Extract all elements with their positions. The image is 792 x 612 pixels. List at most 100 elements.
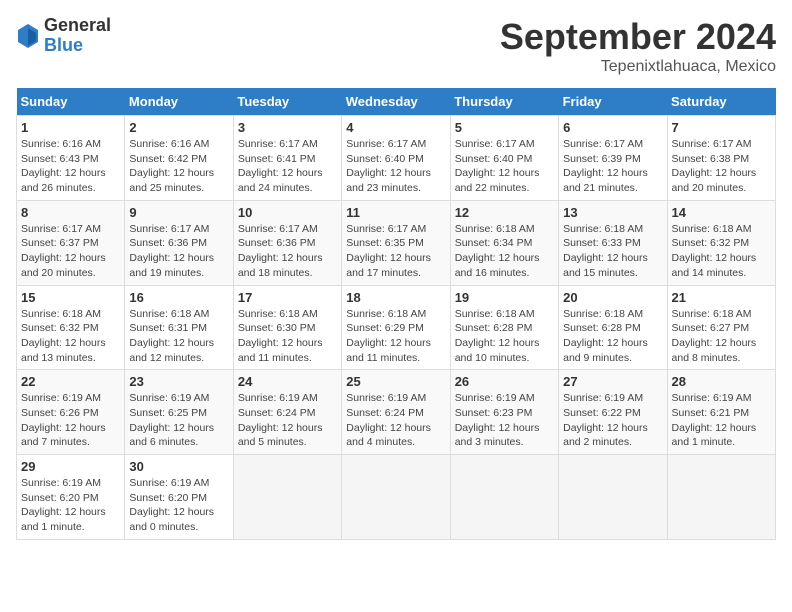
sunrise-label: Sunrise: 6:19 AM [672,392,752,404]
table-row: 5 Sunrise: 6:17 AM Sunset: 6:40 PM Dayli… [450,116,558,201]
sunset-label: Sunset: 6:43 PM [21,153,99,165]
day-info: Sunrise: 6:18 AM Sunset: 6:32 PM Dayligh… [21,307,120,366]
day-number: 4 [346,120,445,135]
day-number: 18 [346,290,445,305]
daylight-label: Daylight: 12 hours and 24 minutes. [238,167,323,194]
daylight-label: Daylight: 12 hours and 6 minutes. [129,422,214,449]
col-sunday: Sunday [17,88,125,116]
sunrise-label: Sunrise: 6:18 AM [672,308,752,320]
sunrise-label: Sunrise: 6:17 AM [563,138,643,150]
day-number: 16 [129,290,228,305]
daylight-label: Daylight: 12 hours and 11 minutes. [238,337,323,364]
table-row: 30 Sunrise: 6:19 AM Sunset: 6:20 PM Dayl… [125,455,233,540]
location-subtitle: Tepenixtlahuaca, Mexico [500,58,776,76]
day-info: Sunrise: 6:17 AM Sunset: 6:40 PM Dayligh… [455,137,554,196]
day-number: 3 [238,120,337,135]
day-info: Sunrise: 6:19 AM Sunset: 6:21 PM Dayligh… [672,391,771,450]
sunset-label: Sunset: 6:20 PM [129,492,207,504]
sunset-label: Sunset: 6:39 PM [563,153,641,165]
month-title: September 2024 [500,16,776,58]
day-info: Sunrise: 6:19 AM Sunset: 6:24 PM Dayligh… [346,391,445,450]
table-row: 18 Sunrise: 6:18 AM Sunset: 6:29 PM Dayl… [342,285,450,370]
table-row: 24 Sunrise: 6:19 AM Sunset: 6:24 PM Dayl… [233,370,341,455]
table-row: 2 Sunrise: 6:16 AM Sunset: 6:42 PM Dayli… [125,116,233,201]
sunrise-label: Sunrise: 6:18 AM [346,308,426,320]
day-number: 13 [563,205,662,220]
day-number: 19 [455,290,554,305]
table-row: 7 Sunrise: 6:17 AM Sunset: 6:38 PM Dayli… [667,116,775,201]
day-info: Sunrise: 6:17 AM Sunset: 6:39 PM Dayligh… [563,137,662,196]
day-number: 14 [672,205,771,220]
sunset-label: Sunset: 6:20 PM [21,492,99,504]
table-row: 4 Sunrise: 6:17 AM Sunset: 6:40 PM Dayli… [342,116,450,201]
table-row: 6 Sunrise: 6:17 AM Sunset: 6:39 PM Dayli… [559,116,667,201]
day-number: 29 [21,459,120,474]
day-info: Sunrise: 6:17 AM Sunset: 6:36 PM Dayligh… [129,222,228,281]
table-row: 20 Sunrise: 6:18 AM Sunset: 6:28 PM Dayl… [559,285,667,370]
sunrise-label: Sunrise: 6:18 AM [455,308,535,320]
day-number: 1 [21,120,120,135]
daylight-label: Daylight: 12 hours and 0 minutes. [129,506,214,533]
day-info: Sunrise: 6:19 AM Sunset: 6:22 PM Dayligh… [563,391,662,450]
sunrise-label: Sunrise: 6:19 AM [238,392,318,404]
day-info: Sunrise: 6:17 AM Sunset: 6:41 PM Dayligh… [238,137,337,196]
calendar-row: 1 Sunrise: 6:16 AM Sunset: 6:43 PM Dayli… [17,116,776,201]
table-row: 9 Sunrise: 6:17 AM Sunset: 6:36 PM Dayli… [125,200,233,285]
sunrise-label: Sunrise: 6:19 AM [129,392,209,404]
table-row: 17 Sunrise: 6:18 AM Sunset: 6:30 PM Dayl… [233,285,341,370]
day-info: Sunrise: 6:17 AM Sunset: 6:35 PM Dayligh… [346,222,445,281]
day-info: Sunrise: 6:19 AM Sunset: 6:26 PM Dayligh… [21,391,120,450]
daylight-label: Daylight: 12 hours and 25 minutes. [129,167,214,194]
daylight-label: Daylight: 12 hours and 1 minute. [672,422,757,449]
sunrise-label: Sunrise: 6:17 AM [238,223,318,235]
day-info: Sunrise: 6:19 AM Sunset: 6:25 PM Dayligh… [129,391,228,450]
sunset-label: Sunset: 6:28 PM [563,322,641,334]
sunrise-label: Sunrise: 6:17 AM [455,138,535,150]
table-row: 15 Sunrise: 6:18 AM Sunset: 6:32 PM Dayl… [17,285,125,370]
sunrise-label: Sunrise: 6:17 AM [672,138,752,150]
sunset-label: Sunset: 6:40 PM [346,153,424,165]
empty-cell [559,455,667,540]
daylight-label: Daylight: 12 hours and 5 minutes. [238,422,323,449]
daylight-label: Daylight: 12 hours and 23 minutes. [346,167,431,194]
sunset-label: Sunset: 6:40 PM [455,153,533,165]
day-info: Sunrise: 6:16 AM Sunset: 6:42 PM Dayligh… [129,137,228,196]
day-number: 27 [563,374,662,389]
table-row: 16 Sunrise: 6:18 AM Sunset: 6:31 PM Dayl… [125,285,233,370]
day-number: 22 [21,374,120,389]
empty-cell [233,455,341,540]
daylight-label: Daylight: 12 hours and 21 minutes. [563,167,648,194]
daylight-label: Daylight: 12 hours and 12 minutes. [129,337,214,364]
sunset-label: Sunset: 6:32 PM [21,322,99,334]
sunrise-label: Sunrise: 6:18 AM [455,223,535,235]
sunrise-label: Sunrise: 6:17 AM [346,223,426,235]
day-info: Sunrise: 6:18 AM Sunset: 6:28 PM Dayligh… [455,307,554,366]
sunrise-label: Sunrise: 6:18 AM [21,308,101,320]
table-row: 12 Sunrise: 6:18 AM Sunset: 6:34 PM Dayl… [450,200,558,285]
logo-blue-text: Blue [44,36,111,56]
table-row: 26 Sunrise: 6:19 AM Sunset: 6:23 PM Dayl… [450,370,558,455]
table-row: 3 Sunrise: 6:17 AM Sunset: 6:41 PM Dayli… [233,116,341,201]
sunset-label: Sunset: 6:35 PM [346,237,424,249]
day-number: 28 [672,374,771,389]
empty-cell [667,455,775,540]
sunset-label: Sunset: 6:36 PM [238,237,316,249]
sunrise-label: Sunrise: 6:19 AM [346,392,426,404]
col-saturday: Saturday [667,88,775,116]
table-row: 29 Sunrise: 6:19 AM Sunset: 6:20 PM Dayl… [17,455,125,540]
logo-general-text: General [44,16,111,36]
table-row: 13 Sunrise: 6:18 AM Sunset: 6:33 PM Dayl… [559,200,667,285]
day-number: 10 [238,205,337,220]
table-row: 19 Sunrise: 6:18 AM Sunset: 6:28 PM Dayl… [450,285,558,370]
sunrise-label: Sunrise: 6:18 AM [563,223,643,235]
day-number: 11 [346,205,445,220]
day-info: Sunrise: 6:18 AM Sunset: 6:31 PM Dayligh… [129,307,228,366]
daylight-label: Daylight: 12 hours and 14 minutes. [672,252,757,279]
col-tuesday: Tuesday [233,88,341,116]
daylight-label: Daylight: 12 hours and 4 minutes. [346,422,431,449]
sunset-label: Sunset: 6:21 PM [672,407,750,419]
calendar-header-row: Sunday Monday Tuesday Wednesday Thursday… [17,88,776,116]
sunset-label: Sunset: 6:31 PM [129,322,207,334]
table-row: 21 Sunrise: 6:18 AM Sunset: 6:27 PM Dayl… [667,285,775,370]
table-row: 28 Sunrise: 6:19 AM Sunset: 6:21 PM Dayl… [667,370,775,455]
